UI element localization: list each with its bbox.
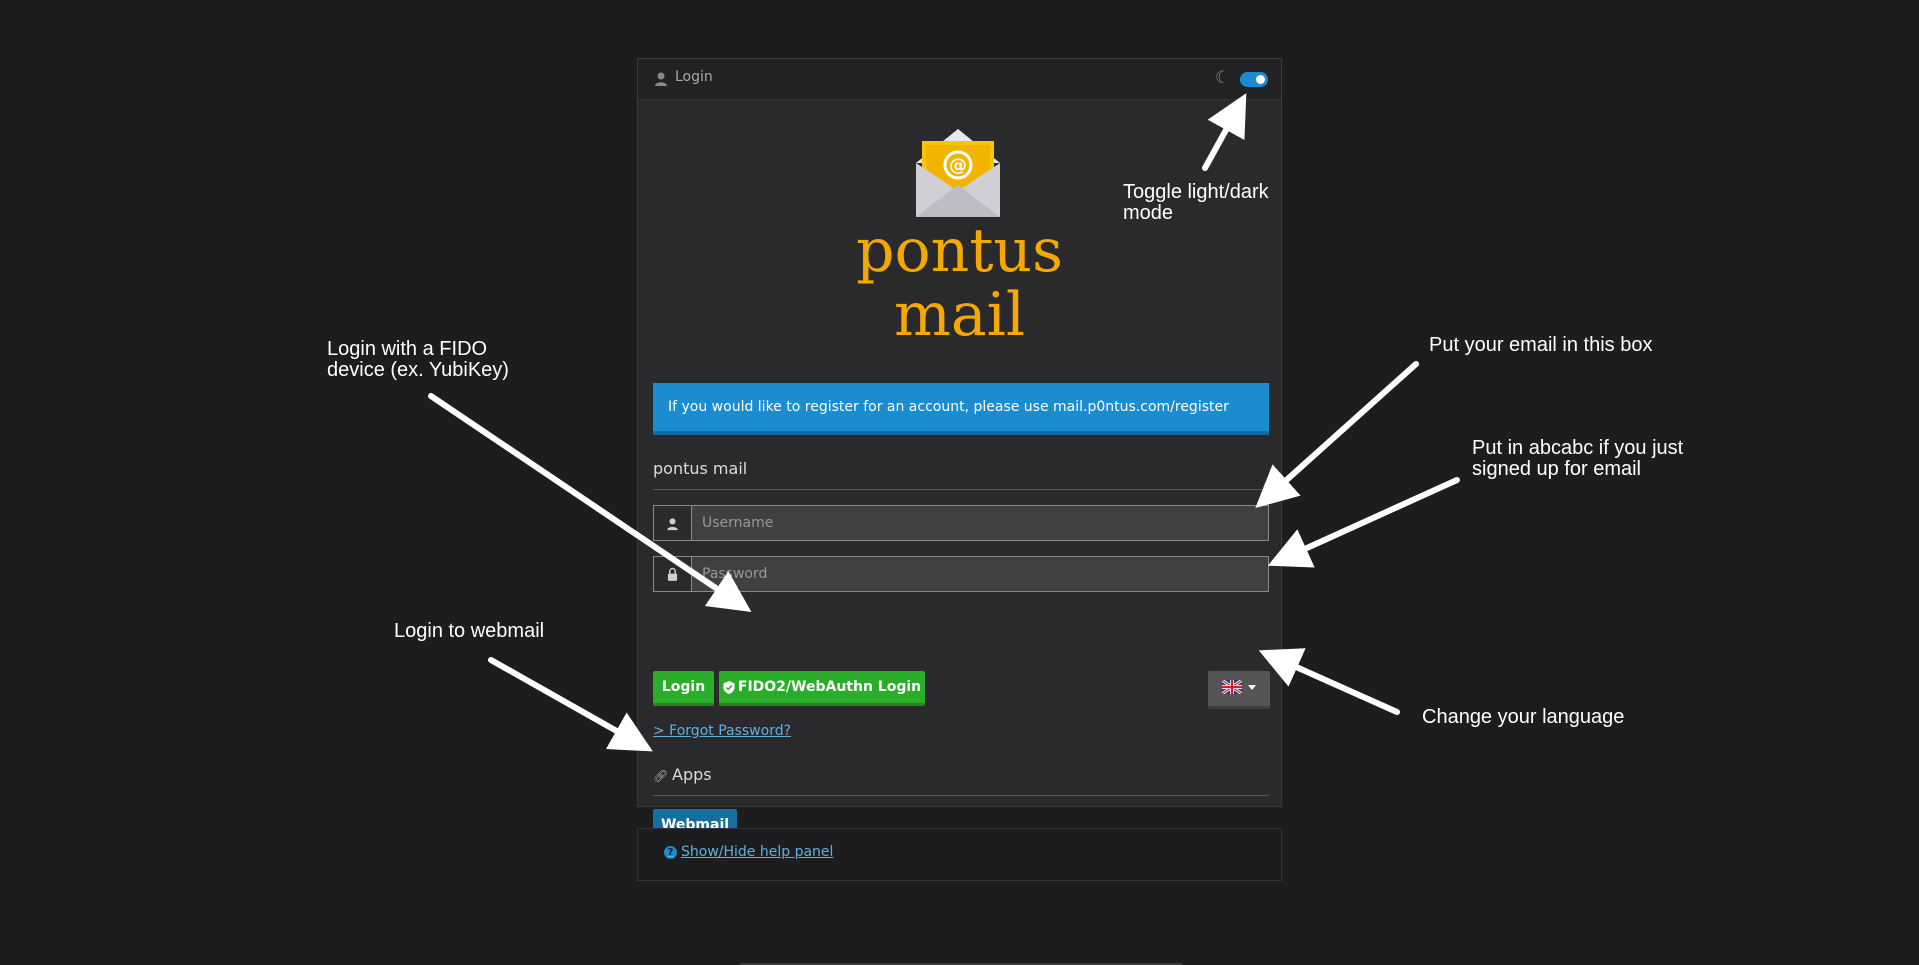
link-icon: 🔗︎ — [653, 769, 669, 783]
login-button-label: Login — [661, 679, 706, 695]
forgot-password-link[interactable]: > Forgot Password? — [653, 723, 791, 739]
help-panel: ? Show/Hide help panel — [637, 828, 1282, 881]
shield-check-icon — [723, 680, 735, 694]
question-icon: ? — [664, 845, 677, 859]
annotation-language: Change your language — [1422, 706, 1625, 728]
register-info-banner: If you would like to register for an acc… — [653, 383, 1269, 435]
annotation-webmail: Login to webmail — [394, 620, 545, 642]
toggle-knob — [1256, 75, 1265, 84]
password-input[interactable] — [692, 557, 1268, 591]
brand-line-1: pontus — [856, 216, 1063, 286]
username-addon — [654, 506, 692, 540]
help-toggle-label: Show/Hide help panel — [681, 844, 834, 860]
apps-title-text: Apps — [672, 765, 712, 784]
panel-header: Login ☾ — [638, 59, 1281, 100]
brand-logo-text: pontus mail — [638, 219, 1281, 347]
fido-login-label: FIDO2/WebAuthn Login — [737, 679, 922, 695]
dark-mode-toggle[interactable] — [1240, 72, 1268, 87]
arrow-language — [1258, 648, 1400, 715]
lock-icon — [667, 567, 678, 581]
arrow-email — [1255, 361, 1419, 509]
username-field — [653, 505, 1269, 541]
annotation-password: Put in abcabc if you just signed up for … — [1472, 437, 1684, 480]
arrow-password — [1267, 477, 1460, 568]
form-section-title: pontus mail — [653, 459, 1269, 490]
help-toggle-link[interactable]: ? Show/Hide help panel — [664, 844, 833, 860]
login-panel: Login ☾ @ pontus mail If you would like … — [637, 58, 1282, 844]
password-field — [653, 556, 1269, 592]
svg-text:@: @ — [949, 155, 967, 176]
user-icon — [667, 518, 678, 531]
annotation-toggle: Toggle light/dark mode — [1123, 181, 1269, 224]
brand-line-2: mail — [893, 280, 1026, 350]
annotation-email: Put your email in this box — [1429, 334, 1653, 356]
username-input[interactable] — [692, 506, 1268, 540]
user-icon — [655, 72, 667, 86]
moon-icon: ☾ — [1215, 68, 1231, 88]
envelope-at-icon: @ — [916, 129, 1000, 217]
login-button[interactable]: Login — [653, 671, 714, 706]
language-dropdown[interactable] — [1208, 671, 1270, 709]
chevron-down-icon — [1248, 685, 1256, 690]
password-addon — [654, 557, 692, 591]
fido-login-button[interactable]: FIDO2/WebAuthn Login — [719, 671, 925, 706]
uk-flag-icon — [1222, 680, 1242, 694]
apps-section-title: 🔗︎ Apps — [653, 765, 1269, 796]
annotation-fido: Login with a FIDO device (ex. YubiKey) — [327, 338, 509, 381]
panel-title: Login — [675, 69, 713, 85]
arrow-webmail — [488, 657, 653, 752]
